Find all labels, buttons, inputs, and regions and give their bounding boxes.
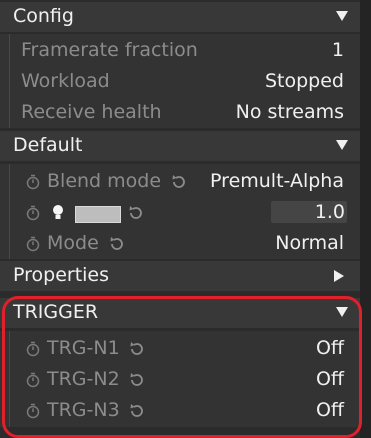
- default-section-body: Blend mode Premult-Alpha 1.0 Mode Normal: [0, 164, 360, 259]
- trg-n2-label: TRG-N2: [47, 368, 120, 390]
- reset-icon[interactable]: [128, 402, 146, 420]
- stopwatch-icon[interactable]: [25, 403, 41, 419]
- trg-n1-label: TRG-N1: [47, 337, 120, 359]
- collapse-caret-icon[interactable]: [336, 140, 348, 150]
- framerate-fraction-label: Framerate fraction: [21, 39, 198, 61]
- blend-mode-label: Blend mode: [47, 170, 162, 192]
- stopwatch-icon[interactable]: [25, 174, 41, 190]
- receive-health-value: No streams: [235, 101, 344, 123]
- default-section-title: Default: [13, 134, 83, 156]
- config-row-workload: Workload Stopped: [0, 66, 360, 96]
- stopwatch-icon[interactable]: [25, 372, 41, 388]
- reset-icon[interactable]: [170, 173, 188, 191]
- trigger-section-body: TRG-N1 Off TRG-N2 Off TRG-N3 Off: [0, 331, 360, 427]
- workload-label: Workload: [21, 70, 110, 92]
- trg-n3-value[interactable]: Off: [316, 399, 344, 421]
- config-section-body: Framerate fraction 1 Workload Stopped Re…: [0, 34, 360, 128]
- default-row-mode: Mode Normal: [0, 228, 360, 258]
- collapse-caret-icon[interactable]: [336, 11, 348, 21]
- reset-icon[interactable]: [127, 204, 145, 222]
- blend-mode-value[interactable]: Premult-Alpha: [210, 170, 344, 192]
- trg-n3-label: TRG-N3: [47, 399, 120, 421]
- color-swatch[interactable]: [75, 206, 121, 223]
- default-row-blend-mode: Blend mode Premult-Alpha: [0, 166, 360, 196]
- config-section-header[interactable]: Config: [0, 2, 360, 32]
- trigger-section-title: TRIGGER: [13, 301, 99, 323]
- receive-health-label: Receive health: [21, 101, 162, 123]
- trigger-row-n2: TRG-N2 Off: [0, 364, 360, 394]
- stopwatch-icon[interactable]: [25, 236, 41, 252]
- stopwatch-icon[interactable]: [25, 205, 41, 221]
- trg-n2-value[interactable]: Off: [316, 368, 344, 390]
- opacity-number-field[interactable]: 1.0: [271, 201, 347, 223]
- default-section-header[interactable]: Default: [0, 131, 360, 161]
- framerate-fraction-value: 1: [331, 39, 344, 61]
- reset-icon[interactable]: [108, 235, 126, 253]
- trigger-row-n1: TRG-N1 Off: [0, 333, 360, 363]
- config-row-framerate: Framerate fraction 1: [0, 35, 360, 65]
- reset-icon[interactable]: [128, 340, 146, 358]
- trigger-row-n3: TRG-N3 Off: [0, 395, 360, 425]
- mode-value[interactable]: Normal: [275, 232, 344, 254]
- properties-section-header[interactable]: Properties: [0, 261, 360, 291]
- opacity-value: 1.0: [314, 201, 345, 223]
- stopwatch-icon[interactable]: [25, 341, 41, 357]
- scrollbar-track[interactable]: [360, 0, 371, 438]
- lightbulb-icon: [53, 205, 63, 219]
- config-section-title: Config: [13, 5, 74, 27]
- expand-caret-icon[interactable]: [334, 270, 344, 282]
- default-row-color-opacity: 1.0: [0, 197, 360, 227]
- mode-label: Mode: [47, 232, 99, 254]
- collapse-caret-icon[interactable]: [336, 307, 348, 317]
- trg-n1-value[interactable]: Off: [316, 337, 344, 359]
- workload-value: Stopped: [264, 70, 344, 92]
- reset-icon[interactable]: [128, 371, 146, 389]
- properties-section-title: Properties: [13, 264, 110, 286]
- trigger-section-header[interactable]: TRIGGER: [0, 298, 360, 328]
- config-row-receive-health: Receive health No streams: [0, 97, 360, 127]
